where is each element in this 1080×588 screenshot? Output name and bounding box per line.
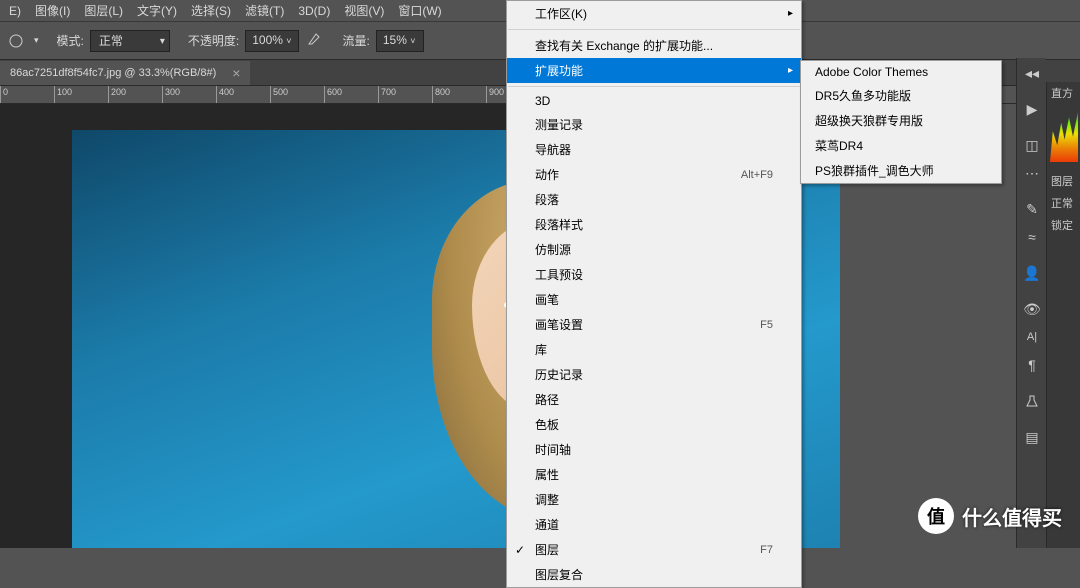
menu-item[interactable]: 库	[507, 337, 801, 362]
menu-item[interactable]: 图层复合	[507, 562, 801, 587]
menu-item[interactable]: 查找有关 Exchange 的扩展功能...	[507, 33, 801, 58]
watermark-text: 什么值得买	[962, 502, 1062, 531]
menu-item[interactable]: 3D	[507, 90, 801, 112]
check-icon: ✓	[515, 543, 525, 557]
right-panel-dock-1: ◂◂ ▶ ◫ ⋯ ✎ ≈ 👤 👁 A| ¶ ▤	[1016, 58, 1046, 548]
histogram-label[interactable]: 直方	[1047, 82, 1080, 104]
eye-icon[interactable]: 👁	[1017, 296, 1047, 322]
extension-submenu: Adobe Color ThemesDR5久鱼多功能版超级换天狼群专用版菜茑DR…	[800, 60, 1002, 184]
menu-item[interactable]: 通道	[507, 512, 801, 537]
menu-item[interactable]: 图像(I)	[28, 2, 77, 19]
submenu-item[interactable]: 超级换天狼群专用版	[801, 108, 1001, 133]
histogram-preview	[1050, 106, 1078, 162]
clone-icon[interactable]: 👤	[1017, 260, 1047, 286]
paragraph-icon[interactable]: ¶	[1017, 352, 1047, 378]
menu-item[interactable]: 仿制源	[507, 237, 801, 262]
menu-item[interactable]: 调整	[507, 487, 801, 512]
mode-dropdown[interactable]: 正常	[90, 30, 170, 52]
flask-icon[interactable]	[1017, 388, 1047, 414]
watermark: 值 什么值得买	[918, 498, 1062, 534]
right-panel-dock-2: 直方 图层 正常 锁定	[1046, 82, 1080, 548]
menu-item[interactable]: 工具预设	[507, 262, 801, 287]
info-icon[interactable]: ◫	[1017, 132, 1047, 158]
menu-item[interactable]: 工作区(K)	[507, 1, 801, 26]
menu-item[interactable]: 扩展功能	[507, 58, 801, 83]
menu-item[interactable]: 图层F7✓	[507, 537, 801, 562]
document-tab[interactable]: 86ac7251df8f54fc7.jpg @ 33.3%(RGB/8#) ×	[0, 61, 250, 85]
flow-label: 流量:	[343, 32, 370, 49]
layers-panel-label[interactable]: 图层	[1047, 170, 1080, 192]
submenu-item[interactable]: DR5久鱼多功能版	[801, 83, 1001, 108]
menu-item[interactable]: 选择(S)	[184, 2, 238, 19]
opacity-label: 不透明度:	[188, 32, 239, 49]
character-icon[interactable]: A|	[1017, 324, 1047, 350]
menu-item[interactable]: 图层(L)	[77, 2, 130, 19]
menu-item[interactable]: 动作Alt+F9	[507, 162, 801, 187]
menu-item[interactable]: 路径	[507, 387, 801, 412]
window-menu-dropdown: 工作区(K) 查找有关 Exchange 的扩展功能...扩展功能 3D测量记录导航…	[506, 0, 802, 588]
menu-item[interactable]: 3D(D)	[291, 4, 337, 18]
watermark-badge: 值	[918, 498, 954, 534]
submenu-item[interactable]: PS狼群插件_调色大师	[801, 158, 1001, 183]
mode-label: 模式:	[57, 32, 84, 49]
menu-item[interactable]: 段落	[507, 187, 801, 212]
close-icon[interactable]: ×	[232, 65, 240, 81]
menu-item[interactable]: 历史记录	[507, 362, 801, 387]
brush-settings-icon[interactable]: ≈	[1017, 224, 1047, 250]
blend-mode-label[interactable]: 正常	[1047, 192, 1080, 214]
menu-item[interactable]: 视图(V)	[337, 2, 391, 19]
menu-item[interactable]: 画笔设置F5	[507, 312, 801, 337]
lock-label: 锁定	[1047, 214, 1080, 236]
play-icon[interactable]: ▶	[1017, 96, 1047, 122]
brush-tool-icon[interactable]	[4, 29, 28, 53]
brush-icon[interactable]: ✎	[1017, 196, 1047, 222]
menu-item[interactable]: 文字(Y)	[130, 2, 184, 19]
menu-item[interactable]: 滤镜(T)	[238, 2, 291, 19]
layers-icon[interactable]: ▤	[1017, 424, 1047, 450]
pressure-opacity-icon[interactable]	[305, 30, 325, 51]
flow-input[interactable]: 15% ˅	[376, 30, 424, 52]
gear-icon[interactable]: ⋯	[1017, 160, 1047, 186]
document-tab-title: 86ac7251df8f54fc7.jpg @ 33.3%(RGB/8#)	[10, 67, 216, 79]
menu-item[interactable]: 画笔	[507, 287, 801, 312]
menu-item[interactable]: 测量记录	[507, 112, 801, 137]
collapse-icon[interactable]: ◂◂	[1017, 60, 1047, 86]
menu-item[interactable]: 段落样式	[507, 212, 801, 237]
submenu-item[interactable]: Adobe Color Themes	[801, 61, 1001, 83]
menu-item[interactable]: 属性	[507, 462, 801, 487]
menu-item[interactable]: 色板	[507, 412, 801, 437]
submenu-item[interactable]: 菜茑DR4	[801, 133, 1001, 158]
opacity-input[interactable]: 100% ˅	[245, 30, 298, 52]
menu-item[interactable]: 导航器	[507, 137, 801, 162]
menu-item[interactable]: 窗口(W)	[391, 2, 448, 19]
menu-item[interactable]: 时间轴	[507, 437, 801, 462]
menu-item[interactable]: E)	[2, 4, 28, 18]
triangle-icon[interactable]: ▾	[34, 35, 39, 46]
